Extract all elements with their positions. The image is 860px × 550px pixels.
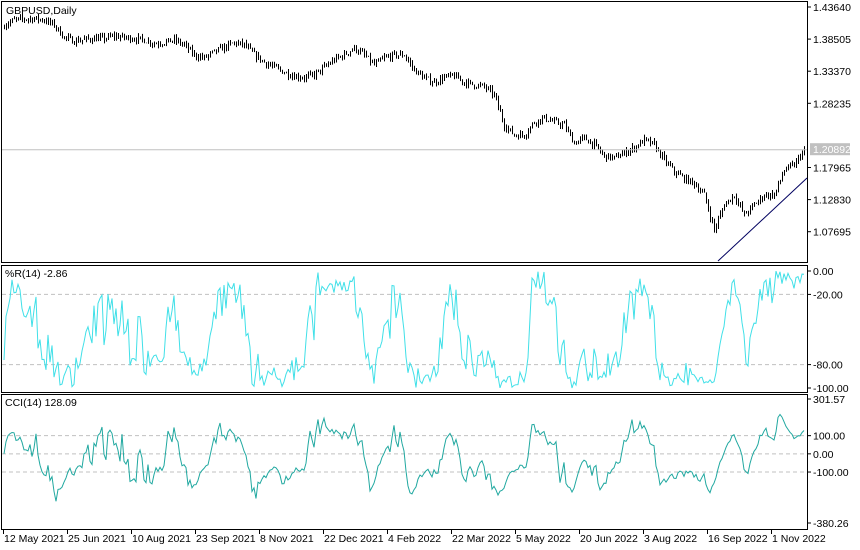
- time-tick-label: 16 Sep 2022: [708, 533, 768, 545]
- current-price-label: 1.20892: [813, 144, 851, 156]
- price-tick-label: 1.12830: [813, 195, 851, 207]
- symbol-label: GBPUSD,Daily: [6, 5, 77, 17]
- time-tick-label: 1 Nov 2022: [772, 533, 826, 545]
- time-tick-label: 20 Jun 2022: [580, 533, 638, 545]
- cci-tick-label: 0.00: [813, 449, 834, 461]
- time-tick-label: 8 Nov 2021: [260, 533, 314, 545]
- time-tick-label: 10 Aug 2021: [132, 533, 191, 545]
- time-axis: 12 May 2021 25 Jun 2021 10 Aug 2021 23 Sep …: [3, 529, 826, 545]
- cci-panel-frame: [1, 394, 808, 530]
- williams-r-tick-label: 0.00: [813, 266, 834, 278]
- time-tick-label: 4 Feb 2022: [388, 533, 441, 545]
- time-tick-label: 23 Sep 2021: [196, 533, 256, 545]
- time-tick-label: 22 Mar 2022: [452, 533, 511, 545]
- williams-r-label: %R(14) -2.86: [5, 268, 68, 280]
- williams-r-panel[interactable]: %R(14) -2.86 0.00-20.00-80.00-100.00: [1, 265, 849, 396]
- time-tick-label: 3 Aug 2022: [644, 533, 697, 545]
- price-tick-label: 1.17965: [813, 163, 851, 175]
- time-tick-label: 22 Dec 2021: [324, 533, 384, 545]
- price-axis: 1.43640 1.38505 1.33370 1.28235 1.17965 1.128…: [807, 2, 851, 239]
- price-tick-label: 1.07695: [813, 227, 851, 239]
- time-tick-label: 12 May 2021: [4, 533, 65, 545]
- williams-r-tick-label: -20.00: [813, 289, 843, 301]
- price-tick-label: 1.33370: [813, 66, 851, 78]
- cci-axis: 301.57 100.00 0.00 -100.00 -380.26: [807, 394, 849, 530]
- price-panel-frame: [1, 1, 808, 263]
- cci-tick-label: -380.26: [813, 518, 849, 530]
- time-tick-label: 5 May 2022: [516, 533, 571, 545]
- cci-tick-label: 100.00: [813, 431, 845, 443]
- cci-label: CCI(14) 128.09: [5, 397, 77, 409]
- price-tick-label: 1.38505: [813, 34, 851, 46]
- trading-chart[interactable]: GBPUSD,Daily 1.43640 1.38505 1.33370 1.2823…: [0, 0, 860, 550]
- cci-tick-label: -100.00: [813, 467, 849, 479]
- price-panel[interactable]: GBPUSD,Daily 1.43640 1.38505 1.33370 1.2823…: [1, 1, 852, 263]
- williams-r-axis: 0.00-20.00-80.00-100.00: [807, 266, 849, 395]
- cci-tick-label: 301.57: [813, 394, 845, 406]
- time-tick-label: 25 Jun 2021: [68, 533, 126, 545]
- price-tick-label: 1.43640: [813, 2, 851, 14]
- cci-panel[interactable]: CCI(14) 128.09 301.57 100.00 0.00 -100.00 -3…: [1, 394, 849, 530]
- williams-r-tick-label: -80.00: [813, 360, 843, 372]
- price-tick-label: 1.28235: [813, 98, 851, 110]
